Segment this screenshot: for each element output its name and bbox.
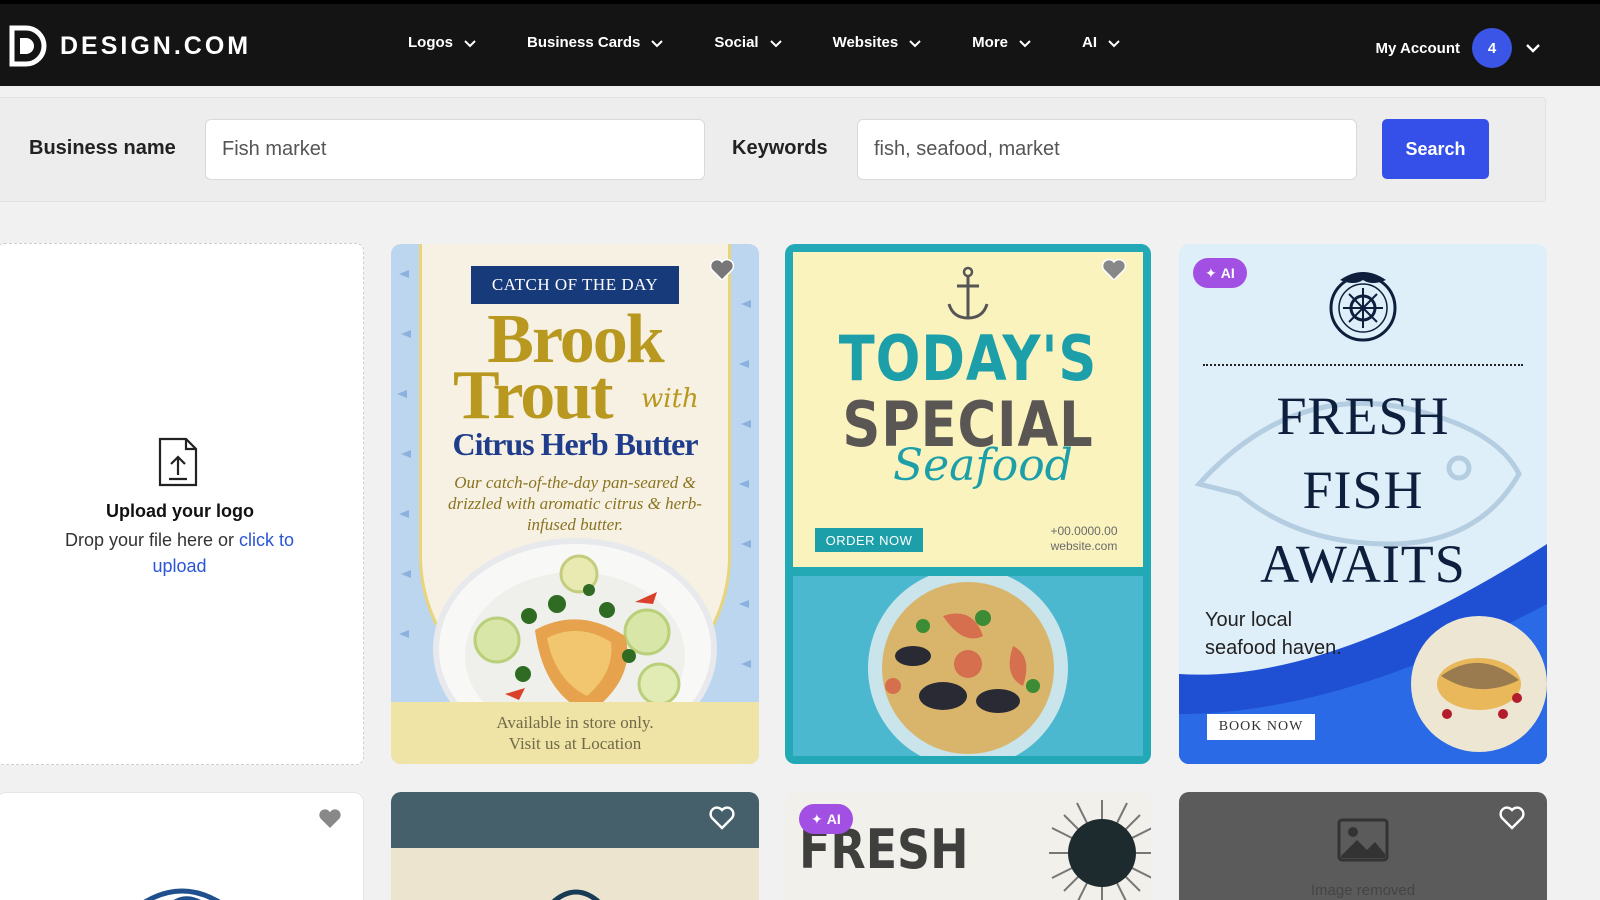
fish-illustration bbox=[551, 889, 601, 900]
account-menu[interactable]: My Account 4 bbox=[1376, 28, 1542, 68]
sea-urchin-image bbox=[1049, 800, 1151, 900]
footer-line2: Visit us at Location bbox=[508, 734, 642, 753]
favorite-heart-icon[interactable] bbox=[709, 258, 735, 282]
nav-logos[interactable]: Logos bbox=[408, 34, 477, 51]
dotted-divider bbox=[1203, 364, 1523, 366]
business-name-label: Business name bbox=[29, 137, 176, 159]
favorite-heart-icon[interactable] bbox=[317, 807, 343, 831]
special-contact: +00.0000.00 website.com bbox=[1029, 524, 1139, 554]
chevron-down-icon bbox=[651, 39, 664, 47]
ocean-photo-image bbox=[391, 792, 759, 848]
order-now-label: ORDER NOW bbox=[815, 528, 923, 552]
fresh-fish-subtitle: Your local seafood haven. bbox=[1205, 606, 1342, 662]
special-script: Seafood bbox=[893, 440, 1073, 491]
main-nav: Logos Business Cards Social Websites Mor… bbox=[408, 34, 1121, 51]
nav-social[interactable]: Social bbox=[714, 34, 782, 51]
upload-logo-card[interactable]: Upload your logo Drop your file here or … bbox=[0, 243, 364, 765]
template-card-todays-special[interactable]: TODAY'S SPECIAL Seafood ORDER NOW +00.00… bbox=[785, 244, 1151, 764]
search-button[interactable]: Search bbox=[1382, 119, 1489, 179]
template-card-row2-3[interactable]: FRESH ✦ AI bbox=[785, 792, 1151, 900]
trout-with: with bbox=[641, 384, 699, 414]
trout-footer: Available in store only. Visit us at Loc… bbox=[391, 702, 759, 764]
fresh-fish-title: FRESH FISH AWAITS bbox=[1179, 379, 1547, 601]
account-label: My Account bbox=[1375, 39, 1460, 57]
template-card-row2-2[interactable] bbox=[391, 792, 759, 900]
image-placeholder-icon bbox=[1337, 818, 1389, 862]
nav-websites[interactable]: Websites bbox=[833, 34, 923, 51]
sparkle-icon: ✦ bbox=[1205, 264, 1217, 281]
sparkle-icon: ✦ bbox=[811, 810, 823, 827]
favorite-heart-icon[interactable] bbox=[1499, 806, 1525, 830]
favorite-heart-icon[interactable] bbox=[1101, 258, 1127, 282]
trout-title-line2: Trout bbox=[453, 357, 614, 434]
upload-text: Drop your file here or bbox=[64, 530, 240, 550]
chevron-down-icon bbox=[1019, 39, 1031, 47]
template-card-row2-1[interactable] bbox=[0, 792, 364, 900]
chevron-down-icon bbox=[1108, 39, 1120, 47]
nav-more[interactable]: More bbox=[972, 34, 1032, 51]
trout-description: Our catch-of-the-day pan-seared & drizzl… bbox=[448, 473, 702, 534]
logo-preview-image bbox=[143, 888, 221, 900]
search-panel: Business name Fish market Keywords fish,… bbox=[0, 97, 1546, 202]
upload-title: Upload your logo bbox=[106, 501, 254, 521]
ai-badge: ✦ AI bbox=[1193, 258, 1247, 288]
nav-business-cards[interactable]: Business Cards bbox=[527, 34, 664, 51]
keywords-input[interactable]: fish, seafood, market bbox=[857, 119, 1357, 180]
nav-label: Websites bbox=[832, 34, 899, 51]
chevron-down-icon[interactable] bbox=[1524, 39, 1542, 57]
catch-banner: CATCH OF THE DAY bbox=[471, 266, 679, 304]
ai-badge-label: AI bbox=[826, 811, 841, 827]
keywords-label: Keywords bbox=[732, 137, 828, 159]
brand-logo[interactable]: DESIGN.COM bbox=[8, 22, 251, 70]
upload-instructions: Drop your file here or click to upload bbox=[47, 527, 312, 579]
nav-label: More bbox=[972, 34, 1009, 51]
contact-phone: +00.0000.00 bbox=[1050, 524, 1118, 538]
ai-badge-label: AI bbox=[1220, 265, 1235, 281]
brand-name: DESIGN.COM bbox=[60, 31, 252, 60]
chevron-down-icon bbox=[769, 39, 782, 47]
image-removed-text: Image removed bbox=[1310, 882, 1416, 899]
chevron-down-icon bbox=[909, 39, 921, 47]
special-top-panel: TODAY'S SPECIAL Seafood ORDER NOW +00.00… bbox=[793, 252, 1143, 567]
nav-label: Social bbox=[714, 34, 759, 51]
design-logo-icon bbox=[9, 25, 47, 67]
seafood-bowl-image bbox=[793, 576, 1143, 756]
nav-label: AI bbox=[1082, 34, 1098, 51]
title-line3: AWAITS bbox=[1260, 534, 1466, 594]
subtitle-line2: seafood haven. bbox=[1205, 637, 1342, 659]
contact-website: website.com bbox=[1050, 539, 1118, 553]
nav-ai[interactable]: AI bbox=[1082, 34, 1121, 51]
book-now-label: BOOK NOW bbox=[1207, 714, 1315, 740]
subtitle-line1: Your local bbox=[1205, 609, 1293, 631]
title-line1: FRESH bbox=[1276, 386, 1450, 446]
chevron-down-icon bbox=[464, 39, 476, 47]
title-line2: FISH bbox=[1302, 460, 1424, 520]
template-card-fresh-fish[interactable]: ✦ AI FRESH FISH AWAITS Your local seafood… bbox=[1179, 244, 1547, 764]
nav-label: Business Cards bbox=[527, 34, 641, 51]
upload-file-icon bbox=[158, 437, 198, 487]
ai-badge: ✦ AI bbox=[799, 804, 853, 834]
anchor-icon bbox=[947, 266, 989, 320]
business-name-input[interactable]: Fish market bbox=[205, 119, 705, 180]
nav-label: Logos bbox=[408, 34, 453, 51]
special-title-line1: TODAY'S bbox=[838, 322, 1098, 395]
account-avatar-badge[interactable]: 4 bbox=[1472, 28, 1512, 68]
favorite-heart-icon[interactable] bbox=[709, 806, 735, 830]
fish-market-emblem-icon bbox=[1329, 272, 1397, 342]
top-navbar: DESIGN.COM Logos Business Cards Social W… bbox=[0, 0, 1600, 86]
template-card-row2-4[interactable]: Image removed bbox=[1179, 792, 1547, 900]
template-card-brook-trout[interactable]: CATCH OF THE DAY Brook Trout with Citrus… bbox=[391, 244, 759, 764]
footer-line1: Available in store only. bbox=[496, 713, 654, 732]
trout-subtitle: Citrus Herb Butter bbox=[452, 426, 698, 462]
